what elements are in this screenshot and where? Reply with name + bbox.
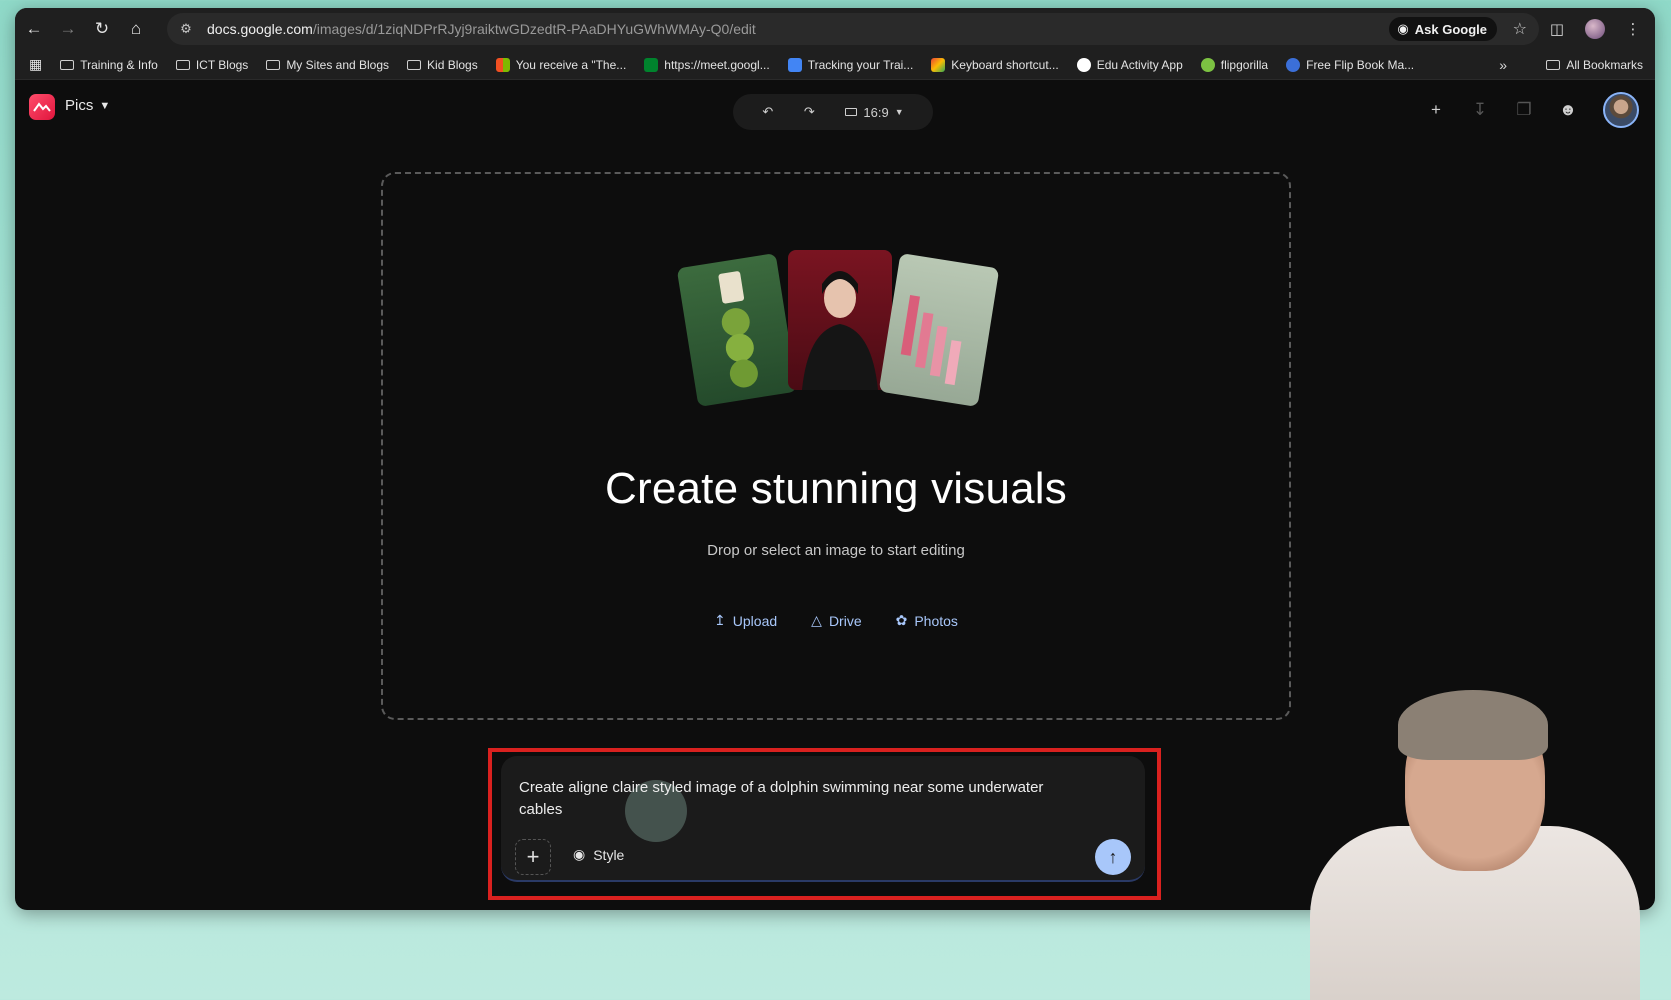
bookmark-edu-activity[interactable]: Edu Activity App <box>1076 57 1183 72</box>
bookmark-kid-blogs[interactable]: Kid Blogs <box>407 58 478 72</box>
app-name: Pics <box>65 97 94 114</box>
folder-icon <box>407 59 422 70</box>
page-title: Create stunning visuals <box>605 464 1067 513</box>
ask-google-label: Ask Google <box>1414 21 1487 37</box>
edit-toolbar: ↶ ↷ 16:9 ▼ <box>733 94 933 130</box>
sample-image-portrait <box>788 250 892 390</box>
undo-icon[interactable]: ↶ <box>762 104 773 120</box>
bookmark-you-receive[interactable]: You receive a "The... <box>495 57 626 72</box>
flipbook-icon <box>1286 57 1301 72</box>
menu-icon[interactable]: ⋮ <box>1623 20 1643 38</box>
aspect-ratio-value: 16:9 <box>863 104 889 120</box>
gorilla-icon <box>1200 57 1215 72</box>
more-bookmarks-icon[interactable]: » <box>1499 57 1507 73</box>
folder-icon <box>1546 59 1561 70</box>
bookmark-star-icon[interactable]: ☆ <box>1513 19 1527 39</box>
photos-button[interactable]: ✿ Photos <box>896 612 958 629</box>
bookmarks-bar: ▦ Training & Info ICT Blogs My Sites and… <box>15 50 1655 80</box>
meet-icon <box>644 57 659 72</box>
bookmark-meet[interactable]: https://meet.googl... <box>644 57 770 72</box>
url-text[interactable]: docs.google.com/images/d/1ziqNDPrRJyj9ra… <box>207 21 756 37</box>
app-switcher[interactable]: Pics ▼ <box>65 97 110 114</box>
share-person-icon[interactable]: ☻ <box>1559 100 1577 120</box>
chevron-down-icon: ▼ <box>99 99 111 112</box>
browser-controls: ◫ ⋮ <box>1547 8 1655 50</box>
gmail-icon <box>931 57 946 72</box>
header-actions: + ↧ ❐ ☻ <box>1427 92 1639 128</box>
bookmark-training-info[interactable]: Training & Info <box>60 58 158 72</box>
app-header: Pics ▼ ↶ ↷ 16:9 ▼ + ↧ ❐ ☻ <box>15 80 1655 136</box>
folder-icon <box>266 59 281 70</box>
add-icon[interactable]: + <box>1427 100 1445 120</box>
upload-button[interactable]: ↥ Upload <box>714 612 777 629</box>
sample-image-chart <box>878 253 1000 407</box>
folder-icon <box>60 59 75 70</box>
home-icon[interactable]: ⌂ <box>121 14 151 44</box>
bookmark-tracking[interactable]: Tracking your Trai... <box>787 57 913 72</box>
image-drop-zone[interactable]: Create stunning visuals Drop or select a… <box>381 172 1291 720</box>
aspect-ratio-icon <box>845 108 858 116</box>
forward-icon[interactable]: → <box>53 14 83 44</box>
reload-icon[interactable]: ↻ <box>87 14 117 44</box>
omnibox[interactable]: ⚙ docs.google.com/images/d/1ziqNDPrRJyj9… <box>167 13 1539 45</box>
bookmark-flipgorilla[interactable]: flipgorilla <box>1200 57 1268 72</box>
image-source-options: ↥ Upload △ Drive ✿ Photos <box>383 612 1289 629</box>
pics-logo-icon <box>29 94 55 120</box>
doc-icon <box>787 57 802 72</box>
bookmark-ict-blogs[interactable]: ICT Blogs <box>175 58 248 72</box>
lens-icon: ◉ <box>1397 21 1409 36</box>
address-bar-row: ← → ↻ ⌂ ⚙ docs.google.com/images/d/1ziqN… <box>15 8 1655 50</box>
bookmark-my-sites[interactable]: My Sites and Blogs <box>266 58 389 72</box>
sample-image-product <box>676 253 798 407</box>
google-icon <box>1076 57 1091 72</box>
redo-icon[interactable]: ↷ <box>804 104 815 120</box>
folder-icon <box>175 59 190 70</box>
photos-icon: ✿ <box>895 612 908 628</box>
prompt-highlight-box <box>488 748 1161 900</box>
presenter-hair <box>1398 690 1548 760</box>
extensions-icon[interactable]: ◫ <box>1547 20 1567 38</box>
drive-icon: △ <box>811 612 822 628</box>
webcam-overlay <box>1310 690 1671 1000</box>
drive-button[interactable]: △ Drive <box>811 612 861 629</box>
aspect-ratio-selector[interactable]: 16:9 ▼ <box>845 104 904 120</box>
back-icon[interactable]: ← <box>19 14 49 44</box>
profile-icon[interactable] <box>1585 19 1605 39</box>
caret-down-icon: ▼ <box>894 107 904 117</box>
site-settings-icon[interactable]: ⚙ <box>175 21 197 37</box>
apps-icon[interactable]: ▦ <box>29 56 42 73</box>
ask-google-button[interactable]: ◉ Ask Google <box>1389 17 1497 41</box>
bookmark-flip-book[interactable]: Free Flip Book Ma... <box>1286 57 1414 72</box>
upload-icon: ↥ <box>714 612 726 628</box>
avatar[interactable] <box>1603 92 1639 128</box>
download-icon[interactable]: ↧ <box>1471 100 1489 120</box>
microsoft-icon <box>495 57 510 72</box>
bookmark-keyboard-shortcut[interactable]: Keyboard shortcut... <box>931 57 1059 72</box>
page-subtitle: Drop or select an image to start editing <box>707 542 965 559</box>
copy-icon[interactable]: ❐ <box>1515 100 1533 120</box>
all-bookmarks[interactable]: All Bookmarks <box>1546 58 1643 72</box>
